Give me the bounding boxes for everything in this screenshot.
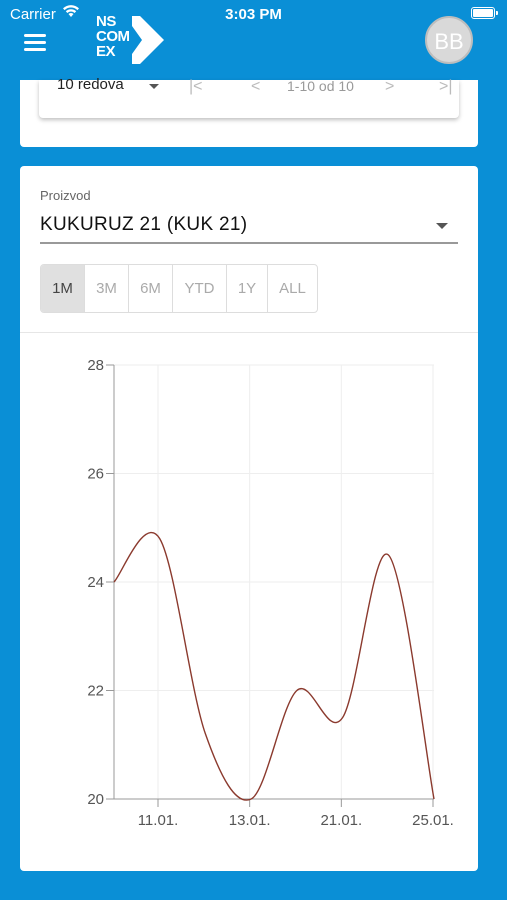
y-tick-label: 26 xyxy=(87,466,104,483)
y-tick-label: 24 xyxy=(87,574,104,591)
paginator: 10 redova |< < 1-10 od 10 > >| xyxy=(39,77,459,118)
x-tick-label: 21.01. xyxy=(320,812,362,829)
price-line-chart: 20 22 24 26 28 11.01. 13.01. 21.01. 25.01. xyxy=(87,357,454,829)
logo-line-1: NS xyxy=(96,13,116,30)
app-bar: NS COM EX BB xyxy=(0,14,507,80)
previous-page-icon[interactable]: < xyxy=(251,78,260,96)
y-tick-label: 28 xyxy=(87,357,104,374)
next-page-icon[interactable]: > xyxy=(385,78,394,96)
x-tick-label: 11.01. xyxy=(138,812,179,829)
menu-icon[interactable] xyxy=(24,32,48,52)
series-line xyxy=(113,531,435,801)
rows-per-page-select[interactable]: 10 redova xyxy=(57,77,124,95)
y-tick-label: 20 xyxy=(87,791,104,808)
clock: 3:03 PM xyxy=(225,6,282,23)
avatar[interactable]: BB xyxy=(425,16,473,64)
battery-icon xyxy=(471,7,498,19)
last-page-icon[interactable]: >| xyxy=(439,78,453,96)
table-card: 10 redova |< < 1-10 od 10 > >| xyxy=(20,77,478,147)
x-tick-label: 13.01. xyxy=(229,812,271,829)
chevron-down-icon[interactable] xyxy=(149,84,159,89)
x-tick-label: 25.01. xyxy=(412,812,454,829)
first-page-icon[interactable]: |< xyxy=(189,78,203,96)
logo-line-3: EX xyxy=(96,43,116,60)
nscomex-logo: NS COM EX xyxy=(96,14,170,80)
price-chart-card: Proizvod KUKURUZ 21 (KUK 21) 1M 3M 6M YT… xyxy=(20,166,478,871)
y-tick-label: 22 xyxy=(87,683,104,700)
logo-line-2: COM xyxy=(96,28,130,45)
page-range: 1-10 od 10 xyxy=(287,78,354,94)
